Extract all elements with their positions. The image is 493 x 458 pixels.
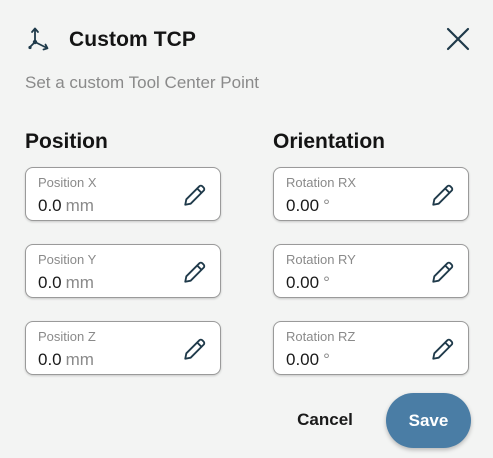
pencil-icon: [432, 184, 454, 206]
orientation-heading: Orientation: [273, 130, 386, 153]
edit-rotation-ry-button[interactable]: [428, 257, 458, 287]
unit-text: mm: [65, 350, 94, 369]
dialog-header: Custom TCP: [27, 26, 196, 54]
pencil-icon: [432, 338, 454, 360]
field-value: 0.00 °: [286, 273, 330, 293]
field-label: Rotation RY: [286, 252, 356, 267]
tcp-axes-icon: [28, 27, 49, 51]
rotation-rx-field[interactable]: Rotation RX 0.00 °: [273, 167, 469, 221]
unit-text: °: [323, 196, 330, 215]
pencil-icon: [184, 184, 206, 206]
pencil-icon: [432, 261, 454, 283]
field-label: Rotation RZ: [286, 329, 356, 344]
unit-text: mm: [65, 273, 94, 292]
unit-text: °: [323, 350, 330, 369]
dialog-title: Custom TCP: [69, 28, 196, 51]
edit-position-y-button[interactable]: [180, 257, 210, 287]
unit-text: mm: [65, 196, 94, 215]
field-value: 0.00 °: [286, 196, 330, 216]
save-button[interactable]: Save: [386, 393, 471, 448]
pencil-icon: [184, 261, 206, 283]
value-text: 0.0: [38, 350, 62, 369]
edit-rotation-rz-button[interactable]: [428, 334, 458, 364]
pencil-icon: [184, 338, 206, 360]
close-button[interactable]: [443, 24, 473, 54]
position-x-field[interactable]: Position X 0.0 mm: [25, 167, 221, 221]
value-text: 0.00: [286, 350, 320, 369]
rotation-ry-field[interactable]: Rotation RY 0.00 °: [273, 244, 469, 298]
cancel-button[interactable]: Cancel: [286, 400, 364, 440]
field-value: 0.0 mm: [38, 273, 94, 293]
edit-rotation-rx-button[interactable]: [428, 180, 458, 210]
value-text: 0.00: [286, 196, 320, 215]
field-value: 0.00 °: [286, 350, 330, 370]
dialog-subtitle: Set a custom Tool Center Point: [25, 73, 260, 92]
value-text: 0.0: [38, 273, 62, 292]
unit-text: °: [323, 273, 330, 292]
field-label: Rotation RX: [286, 175, 357, 190]
field-label: Position Y: [38, 252, 97, 267]
position-y-field[interactable]: Position Y 0.0 mm: [25, 244, 221, 298]
custom-tcp-dialog: Custom TCP Set a custom Tool Center Poin…: [0, 0, 493, 458]
edit-position-z-button[interactable]: [180, 334, 210, 364]
value-text: 0.0: [38, 196, 62, 215]
value-text: 0.00: [286, 273, 320, 292]
edit-position-x-button[interactable]: [180, 180, 210, 210]
field-value: 0.0 mm: [38, 350, 94, 370]
position-z-field[interactable]: Position Z 0.0 mm: [25, 321, 221, 375]
field-label: Position Z: [38, 329, 96, 344]
rotation-rz-field[interactable]: Rotation RZ 0.00 °: [273, 321, 469, 375]
close-icon: [446, 27, 470, 51]
field-label: Position X: [38, 175, 97, 190]
position-heading: Position: [25, 130, 108, 153]
field-value: 0.0 mm: [38, 196, 94, 216]
